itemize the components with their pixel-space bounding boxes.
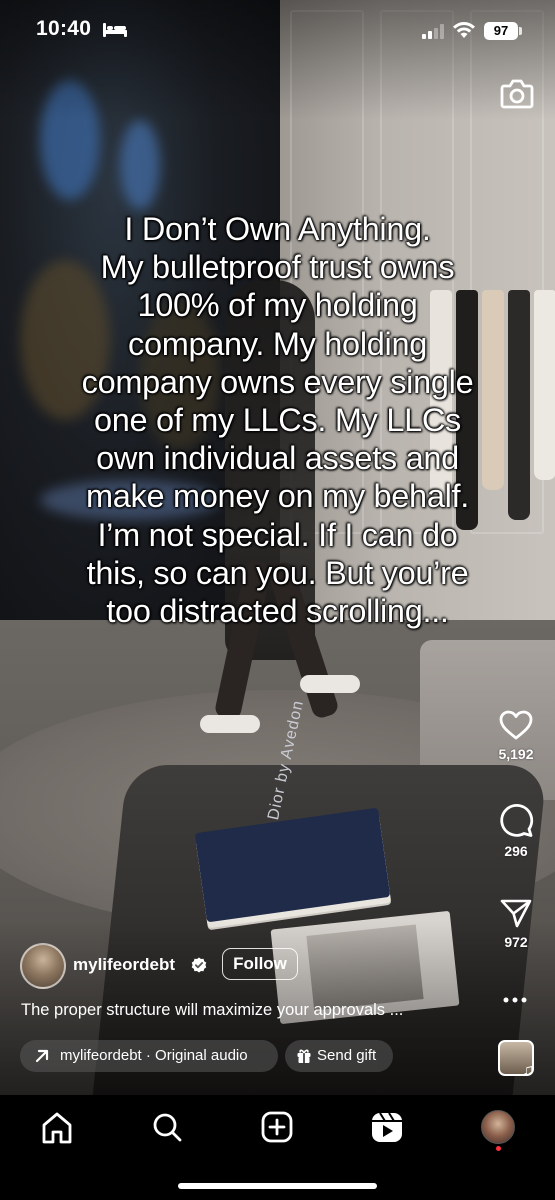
caption-line: own individual assets and	[96, 440, 459, 477]
caption-line: one of my LLCs. My LLCs	[94, 402, 461, 439]
wifi-icon	[453, 22, 475, 38]
camera-icon	[500, 79, 534, 109]
home-icon	[42, 1112, 72, 1144]
caption-line: too distracted scrolling...	[106, 593, 449, 630]
bed-icon	[103, 23, 127, 37]
share-button[interactable]: 972	[490, 898, 542, 950]
battery-icon: 97	[484, 22, 518, 40]
nav-search[interactable]	[147, 1110, 187, 1146]
caption-line: My bulletproof trust owns	[100, 249, 455, 286]
home-indicator	[178, 1183, 377, 1189]
create-post-icon	[261, 1111, 293, 1143]
reels-icon	[372, 1112, 402, 1142]
battery-nub	[519, 27, 522, 35]
nav-create[interactable]	[257, 1110, 297, 1146]
shoe	[300, 675, 360, 693]
send-gift-button[interactable]: Send gift	[285, 1040, 393, 1072]
music-note-icon: ♫	[522, 1062, 534, 1079]
like-button[interactable]: 5,192	[490, 710, 542, 762]
more-icon	[503, 997, 527, 1003]
author-avatar[interactable]	[20, 943, 66, 989]
profile-avatar	[481, 1110, 515, 1144]
heart-icon	[499, 710, 533, 740]
more-options-button[interactable]	[500, 990, 530, 1010]
glow-shape	[120, 120, 160, 210]
camera-button[interactable]	[500, 78, 534, 110]
nav-reels[interactable]	[367, 1110, 407, 1146]
comment-icon	[500, 804, 534, 837]
share-count: 972	[504, 934, 528, 950]
cellular-signal-icon	[422, 24, 444, 39]
reel-screen: Dior by Avedon 10:40 97 I Don’t Own Anyt…	[0, 0, 555, 1200]
status-bar: 10:40 97	[0, 0, 555, 62]
caption-line: this, so can you. But you’re	[86, 554, 469, 591]
audio-label: mylifeordebt · Original audio	[60, 1047, 248, 1064]
gift-label: Send gift	[317, 1047, 377, 1064]
verified-badge-icon	[191, 957, 207, 973]
caption-line: I Don’t Own Anything.	[124, 211, 431, 247]
caption-line: company. My holding	[128, 325, 427, 362]
nav-profile[interactable]	[478, 1110, 518, 1151]
author-username[interactable]: mylifeordebt	[73, 955, 175, 975]
like-count: 5,192	[498, 746, 534, 762]
caption-line: company owns every single	[81, 363, 474, 400]
comment-button[interactable]: 296	[490, 803, 542, 859]
status-time: 10:40	[36, 17, 92, 40]
shoe	[200, 715, 260, 733]
nav-home[interactable]	[37, 1110, 77, 1146]
arrow-up-right-icon	[35, 1049, 49, 1063]
search-icon	[153, 1113, 182, 1142]
gift-icon	[297, 1049, 311, 1063]
original-audio-link[interactable]: mylifeordebt · Original audio	[20, 1040, 278, 1072]
reel-caption-overlay: I Don’t Own Anything. My bulletproof tru…	[20, 210, 535, 630]
caption-line: I’m not special. If I can do	[97, 516, 458, 553]
comment-count: 296	[504, 843, 528, 859]
caption-line: 100% of my holding	[137, 287, 418, 324]
send-icon	[500, 899, 532, 928]
reel-description[interactable]: The proper structure will maximize your …	[21, 1001, 403, 1020]
caption-line: make money on my behalf.	[86, 478, 469, 515]
garment	[534, 290, 555, 480]
follow-button[interactable]: Follow	[222, 948, 298, 980]
notification-dot	[496, 1146, 501, 1151]
